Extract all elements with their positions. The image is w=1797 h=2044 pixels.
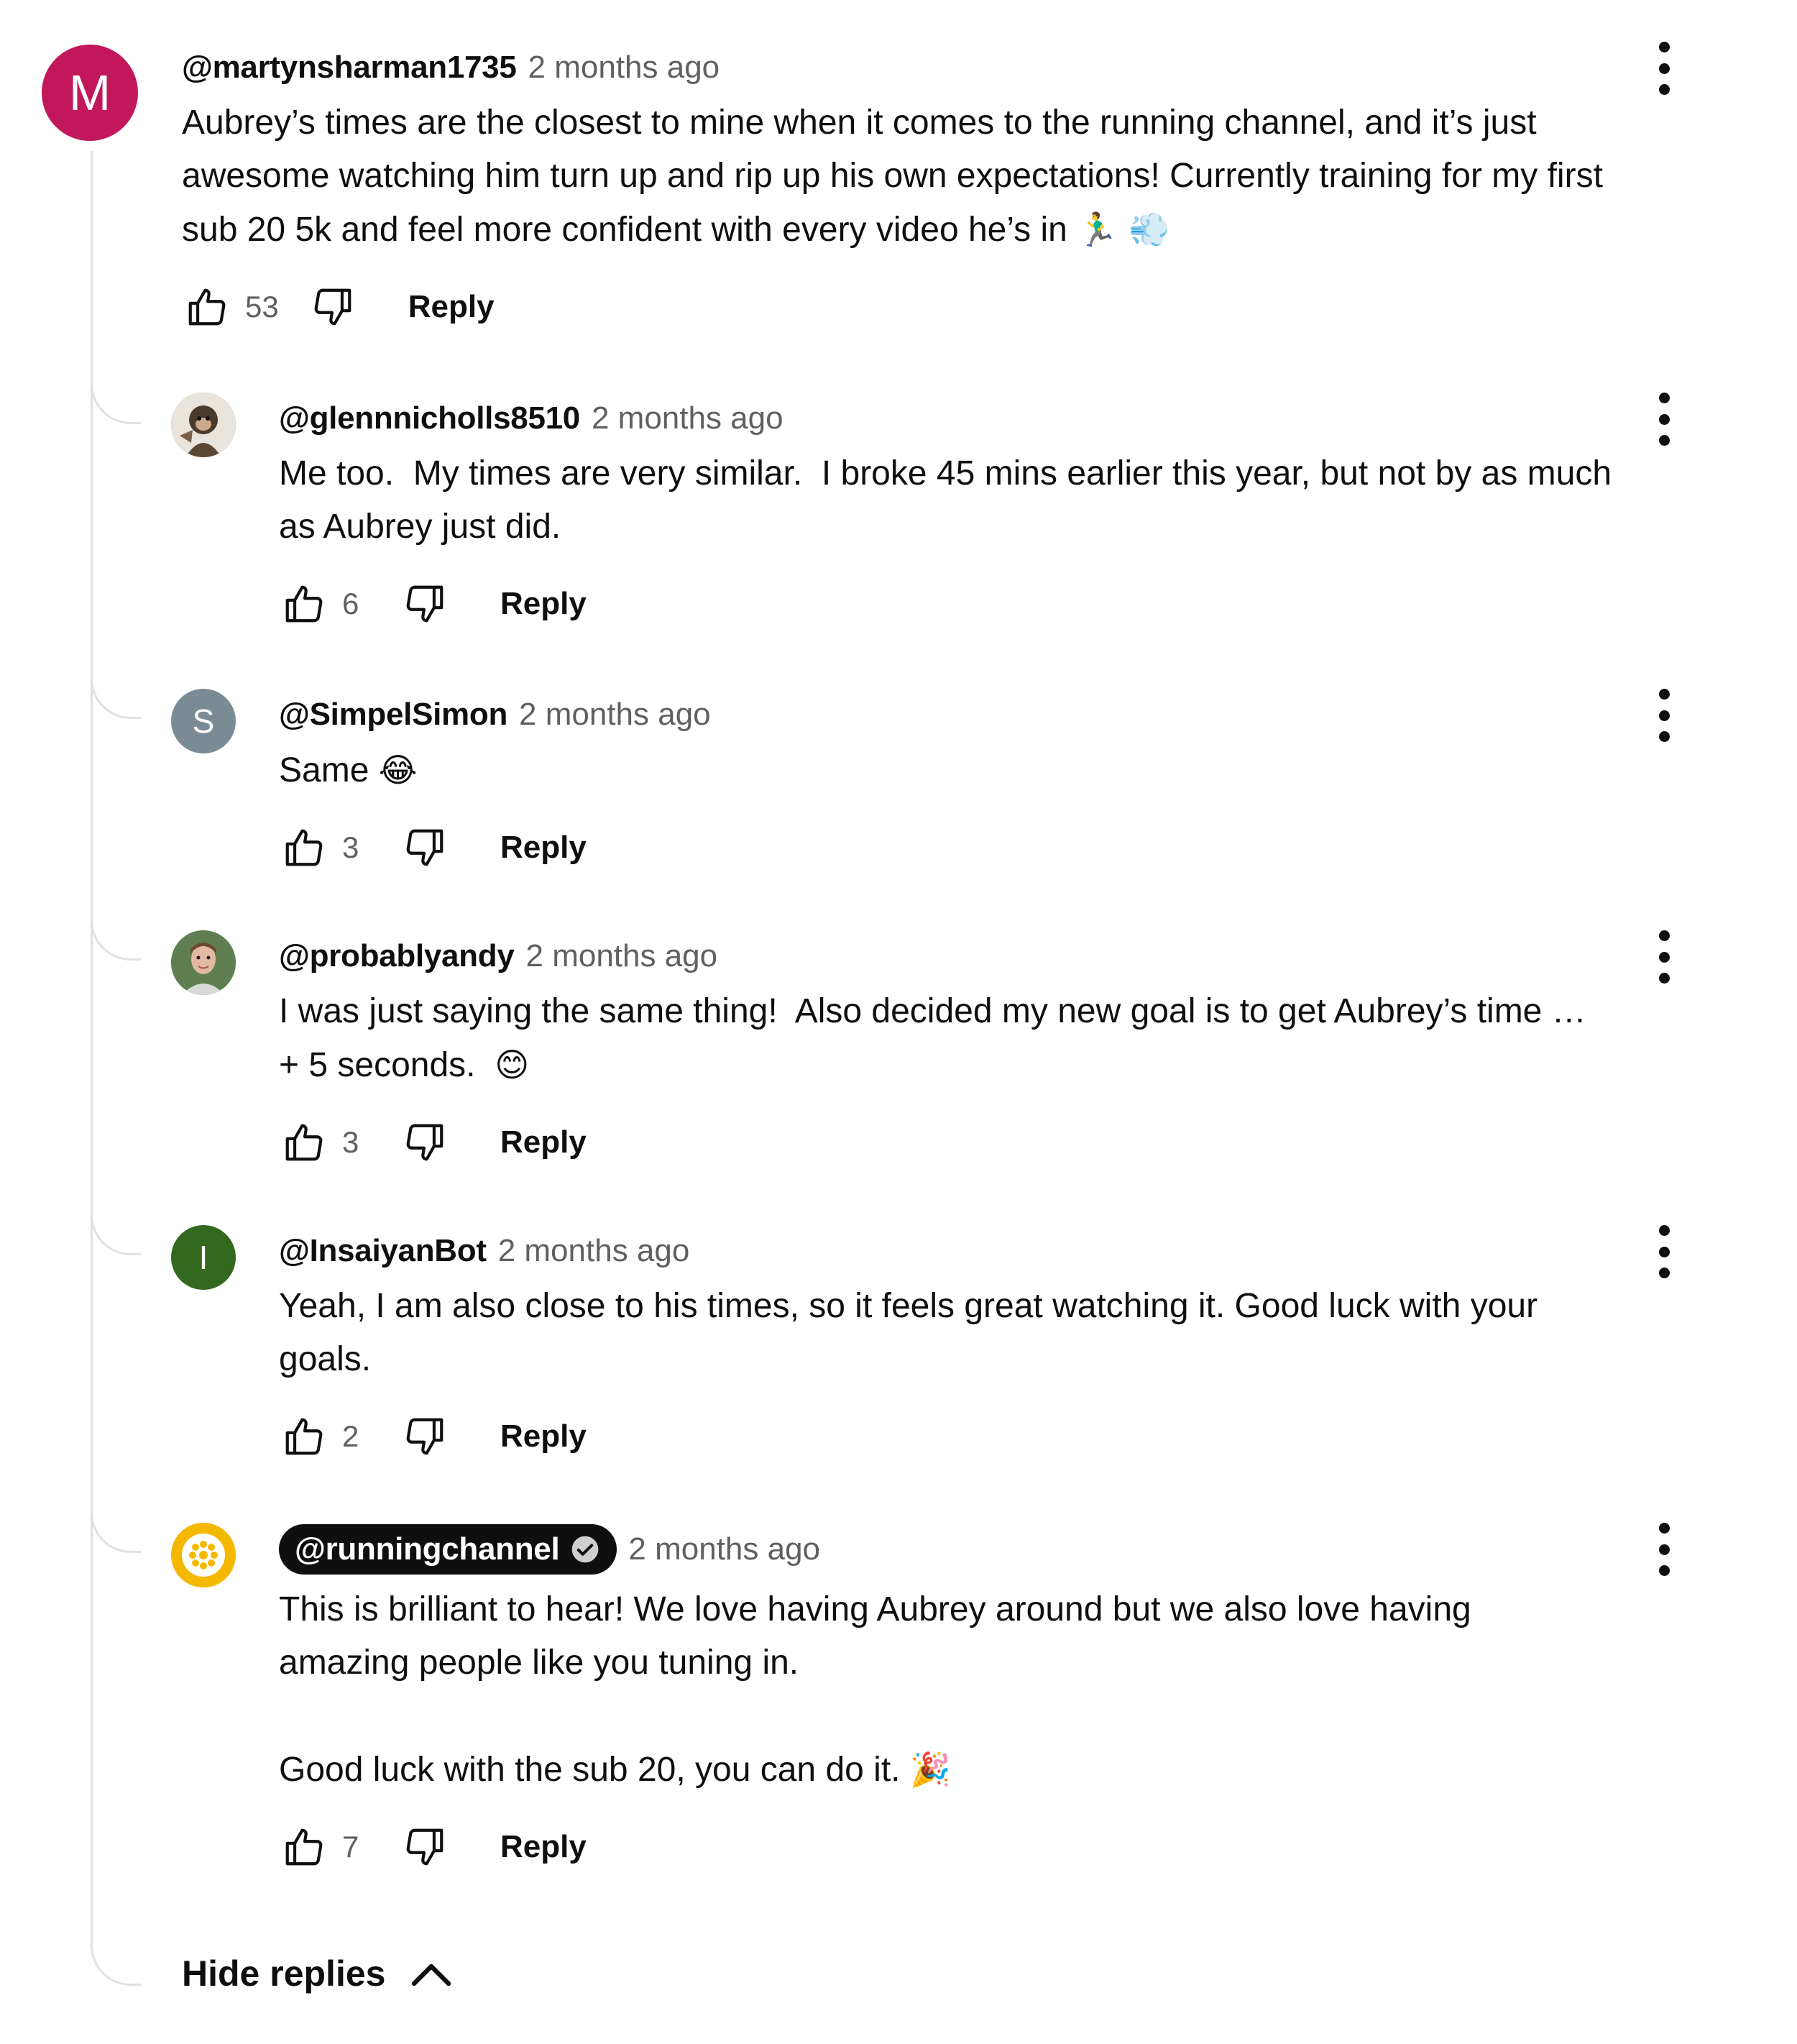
comment-author[interactable]: @SimpelSimon [279,697,507,733]
like-count: 6 [342,587,359,620]
emoji: 🎉 [909,1750,952,1789]
reply-button[interactable]: Reply [500,1124,587,1160]
dislike-button[interactable] [400,1822,450,1872]
like-count: 3 [342,1125,359,1159]
thumbs-up-icon [285,829,323,866]
avatar[interactable] [171,930,236,995]
like-button[interactable] [279,1117,329,1168]
thumbs-down-icon [406,1124,443,1161]
reply-comment: @probablyandy 2 months ago I was just sa… [279,935,1630,1171]
more-actions-icon[interactable] [1653,42,1675,95]
avatar[interactable] [171,393,236,457]
reply-button[interactable]: Reply [500,586,587,622]
chevron-up-icon [412,1963,451,1986]
emoji: 😊 [495,1045,530,1084]
avatar[interactable]: M [42,45,138,141]
thumbs-down-icon [406,829,443,866]
avatar[interactable]: S [171,689,236,753]
avatar-letter: I [198,1239,208,1276]
like-button[interactable] [279,579,329,629]
thumbs-up-icon [285,585,323,623]
thumbs-up-icon [285,1828,323,1866]
like-button[interactable] [279,1822,329,1872]
like-count: 7 [342,1830,359,1864]
comment-text: I was just saying the same thing! Also d… [279,992,1596,1084]
thumbs-down-icon [406,585,443,623]
reply-button[interactable]: Reply [500,1829,587,1865]
verified-check-icon [572,1536,599,1563]
channel-owner-badge[interactable]: @runningchannel [279,1524,617,1575]
like-button[interactable] [279,1411,329,1462]
comment-time[interactable]: 2 months ago [498,1233,690,1269]
like-count: 2 [342,1419,359,1453]
comment-author[interactable]: @InsaiyanBot [279,1233,487,1269]
reply-comment: @runningchannel 2 months ago This is bri… [279,1523,1630,1876]
thread-connector [91,1935,141,1986]
reply-button[interactable]: Reply [500,830,587,866]
hide-replies-button[interactable]: Hide replies [182,1953,453,1994]
dislike-button[interactable] [400,1411,450,1462]
comment-text: Yeah, I am also close to his times, so i… [279,1287,1548,1378]
dislike-button[interactable] [400,579,450,629]
hide-replies-label: Hide replies [182,1953,386,1994]
like-count: 3 [342,830,359,864]
comment-author[interactable]: @probablyandy [279,938,515,974]
thumbs-down-icon [406,1418,443,1455]
comment-text: Same 😂 [279,751,418,789]
person-photo-avatar [171,930,236,995]
thumbs-down-icon [406,1828,443,1866]
comment-text: Aubrey’s times are the closest to mine w… [182,104,1613,249]
comment-time[interactable]: 2 months ago [592,400,783,436]
more-actions-icon[interactable] [1653,1225,1675,1278]
comment-time[interactable]: 2 months ago [528,50,720,86]
comment-text: This is brilliant to hear! We love havin… [279,1590,1471,1789]
thumbs-up-icon [285,1418,323,1455]
like-button[interactable] [182,282,232,332]
emoji: 😂 [378,751,418,789]
monkey-photo-avatar [171,393,236,457]
dislike-button[interactable] [400,822,450,873]
reply-comment: @SimpelSimon 2 months ago Same 😂 3 Reply [279,693,1630,876]
like-button[interactable] [279,822,329,873]
thumbs-up-icon [188,288,226,326]
comment-author[interactable]: @martynsharman1735 [182,50,517,86]
dislike-button[interactable] [308,282,358,332]
reply-comment: @InsaiyanBot 2 months ago Yeah, I am als… [279,1229,1630,1465]
more-actions-icon[interactable] [1653,393,1675,446]
emoji: 🏃‍♂️ 💨 [1077,210,1170,249]
avatar[interactable]: I [171,1225,236,1290]
main-comment: @martynsharman1735 2 months ago Aubrey’s… [182,46,1603,336]
reply-button[interactable]: Reply [500,1419,587,1454]
avatar-letter: M [68,65,111,121]
thumbs-up-icon [285,1124,323,1161]
more-actions-icon[interactable] [1653,1523,1675,1576]
comment-author: @runningchannel [295,1531,560,1567]
comment-time[interactable]: 2 months ago [526,938,718,974]
running-channel-logo [171,1523,236,1587]
more-actions-icon[interactable] [1653,689,1675,742]
avatar[interactable] [171,1523,236,1587]
dislike-button[interactable] [400,1117,450,1168]
reply-button[interactable]: Reply [408,289,495,325]
comment-author[interactable]: @glennnicholls8510 [279,400,580,436]
reply-comment: @glennnicholls8510 2 months ago Me too. … [279,397,1630,633]
comment-text: Me too. My times are very similar. I bro… [279,454,1622,546]
thumbs-down-icon [314,288,351,326]
avatar-letter: S [192,702,215,740]
comment-time[interactable]: 2 months ago [519,697,711,733]
like-count: 53 [245,290,279,324]
more-actions-icon[interactable] [1653,930,1675,984]
comment-time[interactable]: 2 months ago [628,1531,820,1567]
